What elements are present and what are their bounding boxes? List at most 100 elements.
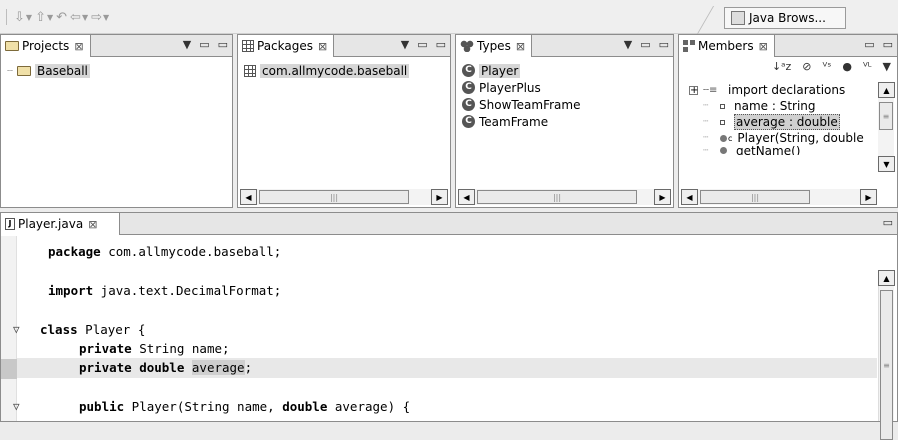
view-menu-icon[interactable]: ▼ [401, 38, 409, 51]
sort-icon[interactable]: ↓ᵃz [772, 60, 791, 73]
scroll-thumb[interactable]: ≡ [879, 102, 893, 130]
scroll-track[interactable]: ||| [475, 189, 654, 205]
scroll-left-icon[interactable]: ◀ [458, 189, 475, 205]
fold-toggle-icon[interactable]: ▽ [13, 397, 20, 416]
tab-player-java[interactable]: J Player.java ⊠ [1, 213, 121, 235]
scroll-track[interactable]: ≡ [878, 286, 894, 440]
view-menu-icon[interactable]: ▼ [624, 38, 632, 51]
list-item-type[interactable]: C ShowTeamFrame [456, 96, 673, 113]
scroll-up-icon[interactable]: ▲ [878, 82, 895, 98]
maximize-icon[interactable]: ▭ [883, 38, 893, 51]
back-button[interactable]: ⇦ ▼ [70, 10, 88, 25]
tree-item-imports[interactable]: + ┄≡ import declarations [689, 82, 875, 98]
projects-tree: ┄ Baseball [1, 58, 232, 207]
list-item-type[interactable]: C Player [456, 62, 673, 79]
scroll-track[interactable]: ||| [698, 189, 860, 205]
maximize-icon[interactable]: ▭ [883, 216, 893, 229]
list-item-type[interactable]: C PlayerPlus [456, 79, 673, 96]
tree-line-icon: ┄ [703, 146, 709, 155]
member-label: import declarations [728, 83, 846, 97]
member-label: Player(String, double [737, 131, 864, 145]
main-toolbar: ⇩ ▼ ⇧ ▼ ↶ ⇦ ▼ ⇨ ▼ Java Brows... [0, 0, 898, 34]
hide-fields-icon[interactable]: ⊘ [802, 60, 811, 73]
close-icon[interactable]: ⊠ [516, 40, 525, 53]
runnable-class-icon: C [462, 98, 475, 111]
hide-local-types-icon[interactable]: ⱽᴸ [863, 60, 872, 73]
members-icon [683, 40, 695, 52]
java-browsing-perspective-button[interactable]: Java Brows... [724, 7, 846, 29]
class-icon: C [462, 64, 475, 77]
gutter-marker [1, 359, 17, 379]
perspective-divider [696, 6, 715, 34]
code-area[interactable]: package com.allmycode.baseball; import j… [13, 242, 877, 417]
horizontal-scrollbar[interactable]: ◀ ||| ▶ [240, 189, 448, 205]
keyword: package [48, 244, 101, 259]
hide-static-icon[interactable]: ⱽˢ [822, 60, 831, 73]
tab-members[interactable]: Members ⊠ [679, 35, 775, 57]
tree-item-field[interactable]: ┄ name : String [689, 98, 875, 114]
scroll-track[interactable]: ||| [257, 189, 431, 205]
horizontal-scrollbar[interactable]: ◀ ||| ▶ [681, 189, 877, 205]
package-icon [244, 65, 256, 77]
next-annotation-button[interactable]: ⇩ ▼ [14, 10, 32, 25]
expand-icon[interactable]: + [689, 85, 698, 95]
maximize-icon[interactable]: ▭ [218, 38, 228, 51]
scroll-thumb[interactable]: ||| [700, 190, 810, 204]
maximize-icon[interactable]: ▭ [659, 38, 669, 51]
list-item-package[interactable]: com.allmycode.baseball [238, 62, 450, 80]
close-icon[interactable]: ⊠ [759, 40, 768, 53]
minimize-icon[interactable]: ▭ [199, 38, 209, 51]
tab-types[interactable]: Types ⊠ [456, 35, 533, 57]
vertical-scrollbar[interactable]: ▲ ≡ ▼ [878, 82, 895, 172]
code-text: ; [244, 360, 253, 376]
scroll-right-icon[interactable]: ▶ [654, 189, 671, 205]
maximize-icon[interactable]: ▭ [436, 38, 446, 51]
minimize-icon[interactable]: ▭ [417, 38, 427, 51]
horizontal-scrollbar[interactable]: ◀ ||| ▶ [458, 189, 671, 205]
vertical-scrollbar[interactable]: ▲ ≡ [878, 270, 895, 440]
close-icon[interactable]: ⊠ [318, 40, 327, 53]
close-icon[interactable]: ⊠ [74, 40, 83, 53]
tree-item-constructor[interactable]: ┄ c Player(String, double [689, 130, 875, 146]
tab-packages[interactable]: Packages ⊠ [238, 35, 335, 57]
forward-button[interactable]: ⇨ ▼ [91, 10, 109, 25]
members-view: Members ⊠ ▭ ▭ ↓ᵃz ⊘ ⱽˢ ● ⱽᴸ ▼ + ┄≡ impor… [678, 34, 898, 208]
scroll-right-icon[interactable]: ▶ [431, 189, 448, 205]
tab-label: Members [698, 39, 754, 53]
dropdown-arrow-icon: ▼ [103, 12, 110, 22]
keyword: double [282, 399, 328, 415]
scroll-right-icon[interactable]: ▶ [860, 189, 877, 205]
minimize-icon[interactable]: ▭ [864, 38, 874, 51]
hide-nonpublic-icon[interactable]: ● [842, 60, 852, 73]
keyword: private [79, 340, 132, 356]
scroll-left-icon[interactable]: ◀ [240, 189, 257, 205]
scroll-thumb[interactable]: ||| [477, 190, 637, 204]
tree-line-icon: ┄ [703, 133, 709, 143]
scroll-left-icon[interactable]: ◀ [681, 189, 698, 205]
last-edit-location-button[interactable]: ↶ [56, 10, 67, 25]
code-text: Player(String name, [124, 399, 283, 415]
view-controls: ▼ ▭ ▭ [401, 38, 446, 51]
tree-item-field-selected[interactable]: ┄ average : double [689, 114, 875, 130]
code-editor[interactable]: package com.allmycode.baseball; import j… [1, 236, 897, 440]
view-menu-icon[interactable]: ▼ [183, 38, 191, 51]
list-item-type[interactable]: C TeamFrame [456, 113, 673, 130]
editor-tabbar: J Player.java ⊠ ▭ [1, 213, 897, 235]
scroll-thumb[interactable]: ||| [259, 190, 409, 204]
tab-label: Packages [257, 39, 313, 53]
close-icon[interactable]: ⊠ [88, 218, 97, 231]
tree-item-method[interactable]: ┄ getName() [689, 146, 875, 155]
scroll-up-icon[interactable]: ▲ [878, 270, 895, 286]
code-line: private String name; [17, 339, 877, 358]
scroll-track[interactable]: ≡ [878, 98, 894, 156]
previous-annotation-button[interactable]: ⇧ ▼ [35, 10, 53, 25]
minimize-icon[interactable]: ▭ [640, 38, 650, 51]
fold-toggle-icon[interactable]: ▽ [13, 320, 20, 339]
tab-projects[interactable]: Projects ⊠ [1, 35, 91, 57]
tree-item-project[interactable]: ┄ Baseball [1, 62, 232, 80]
scroll-down-icon[interactable]: ▼ [878, 156, 895, 172]
view-menu-icon[interactable]: ▼ [883, 60, 891, 73]
scroll-thumb[interactable]: ≡ [880, 290, 893, 440]
